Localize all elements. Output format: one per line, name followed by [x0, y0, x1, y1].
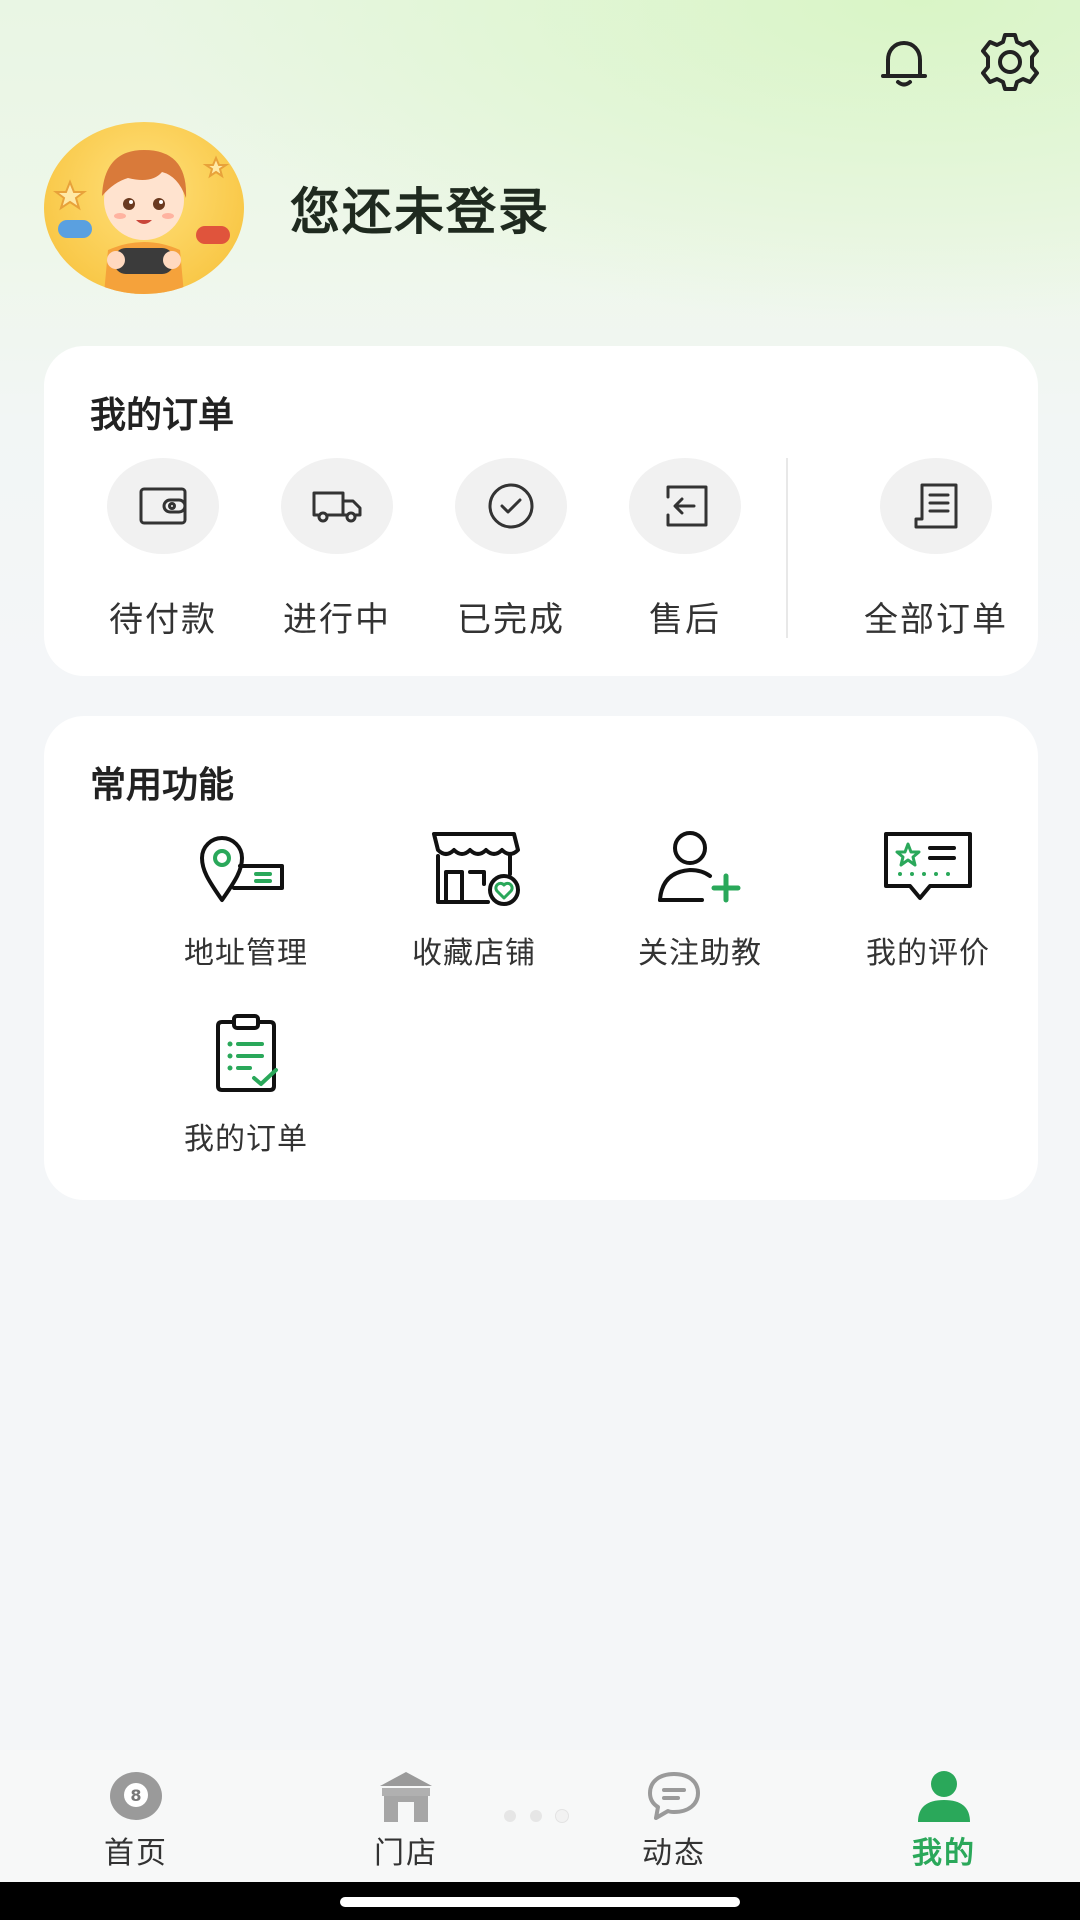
page-dot — [504, 1810, 516, 1822]
order-pending-payment[interactable]: 待付款 — [88, 458, 238, 641]
shop-icon — [376, 1768, 436, 1824]
truck-icon — [281, 458, 393, 554]
receipt-icon — [880, 458, 992, 554]
order-in-progress[interactable]: 进行中 — [262, 458, 412, 641]
my-orders-shortcut[interactable]: 我的订单 — [156, 1014, 336, 1158]
favorite-stores[interactable]: 收藏店铺 — [384, 828, 564, 972]
gear-icon[interactable] — [978, 30, 1042, 94]
tab-home[interactable]: 8 首页 — [56, 1768, 216, 1872]
tab-stores[interactable]: 门店 — [326, 1768, 486, 1872]
functions-card: 常用功能 地址管理 收藏店铺 关注助教 我的评价 我的订单 — [44, 716, 1038, 1200]
follow-coach[interactable]: 关注助教 — [610, 828, 790, 972]
orders-divider — [786, 458, 788, 638]
clipboard-icon — [196, 1014, 296, 1094]
order-completed[interactable]: 已完成 — [436, 458, 586, 641]
return-icon — [629, 458, 741, 554]
function-label: 我的评价 — [866, 936, 990, 971]
orders-card: 我的订单 待付款 进行中 已完成 售后 全部订单 — [44, 346, 1038, 676]
page-dot-active — [556, 1810, 568, 1822]
billiard-ball-icon: 8 — [106, 1768, 166, 1824]
review-icon — [878, 828, 978, 908]
location-icon — [196, 828, 296, 908]
profile-header[interactable]: 您还未登录 — [44, 122, 550, 294]
profile-screen: 您还未登录 我的订单 待付款 进行中 已完成 售后 全部订单 常用功能 地址管理… — [0, 0, 1080, 1920]
home-indicator[interactable] — [340, 1897, 740, 1907]
tab-label: 动态 — [642, 1836, 706, 1871]
function-label: 关注助教 — [638, 936, 762, 971]
bell-icon[interactable] — [872, 30, 936, 94]
order-all[interactable]: 全部订单 — [836, 458, 1036, 641]
order-label: 全部订单 — [864, 600, 1008, 640]
avatar[interactable] — [44, 122, 244, 294]
orders-title: 我的订单 — [90, 395, 235, 436]
my-reviews[interactable]: 我的评价 — [838, 828, 1018, 972]
page-indicator — [504, 1810, 568, 1822]
check-circle-icon — [455, 458, 567, 554]
chat-icon — [644, 1768, 704, 1824]
order-label: 售后 — [649, 600, 721, 640]
wallet-icon — [107, 458, 219, 554]
function-label: 收藏店铺 — [412, 936, 536, 971]
tab-label: 首页 — [104, 1836, 168, 1871]
order-label: 已完成 — [457, 600, 565, 640]
order-label: 进行中 — [283, 600, 391, 640]
function-label: 地址管理 — [184, 936, 308, 971]
order-label: 待付款 — [109, 600, 217, 640]
functions-title: 常用功能 — [90, 765, 235, 806]
tab-mine[interactable]: 我的 — [864, 1768, 1024, 1872]
tab-label: 我的 — [912, 1836, 976, 1871]
svg-text:8: 8 — [130, 1786, 141, 1805]
login-prompt[interactable]: 您还未登录 — [290, 172, 550, 244]
tab-label: 门店 — [374, 1836, 438, 1871]
user-add-icon — [650, 828, 750, 908]
tab-feed[interactable]: 动态 — [594, 1768, 754, 1872]
person-icon — [914, 1768, 974, 1824]
header-actions — [872, 30, 1042, 94]
order-after-sales[interactable]: 售后 — [610, 458, 760, 641]
store-heart-icon — [424, 828, 524, 908]
function-label: 我的订单 — [184, 1122, 308, 1157]
address-management[interactable]: 地址管理 — [156, 828, 336, 972]
page-dot — [530, 1810, 542, 1822]
